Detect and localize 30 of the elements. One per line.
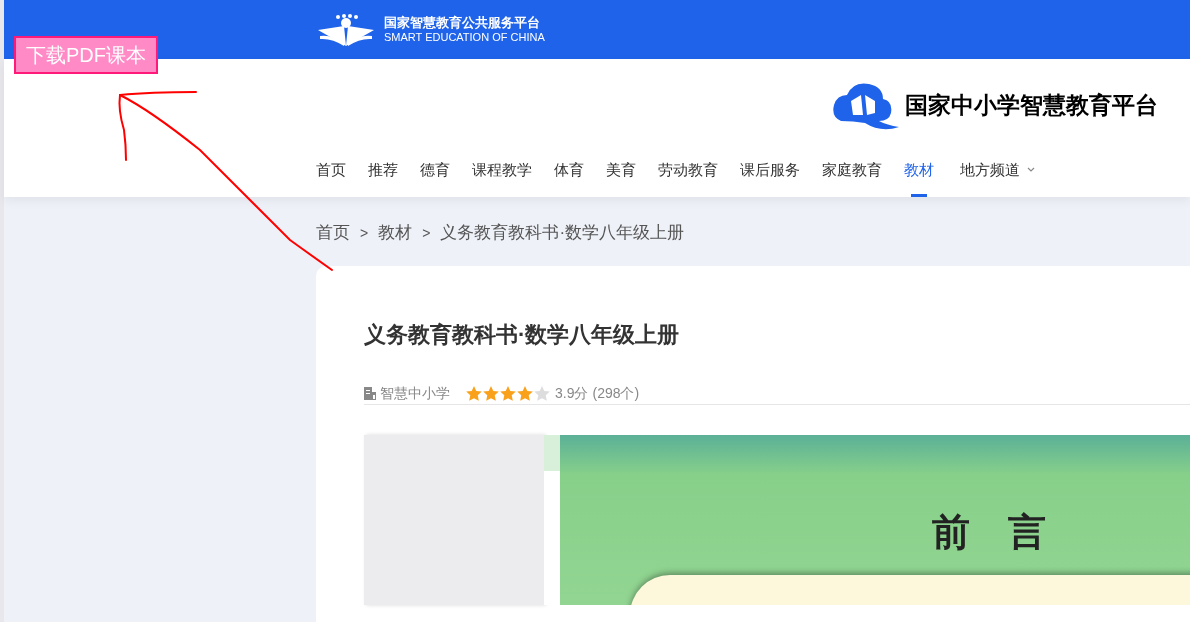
nav-tab[interactable]: 教材: [904, 159, 934, 197]
platform-name: 国家智慧教育公共服务平台: [384, 16, 541, 29]
publisher-name: 智慧中小学: [380, 383, 450, 403]
nav-tab[interactable]: 劳动教育: [658, 159, 718, 197]
school-icon: [364, 386, 376, 400]
star-filled-icon: [517, 385, 533, 401]
star-filled-icon: [466, 385, 482, 401]
nav-tab[interactable]: 推荐: [368, 159, 398, 197]
book-title: 义务教育教科书·数学八年级上册: [364, 321, 681, 348]
breadcrumb-separator: >: [422, 223, 431, 243]
breadcrumb-link[interactable]: 义务教育教科书·数学八年级上册: [440, 220, 685, 246]
nav-tab[interactable]: 地方频道: [960, 159, 1036, 197]
rating-count: (298个): [592, 383, 640, 403]
nav-tab[interactable]: 德育: [420, 159, 450, 197]
star-filled-icon: [483, 385, 499, 401]
breadcrumb-link[interactable]: 教材: [378, 220, 413, 246]
nav-tab[interactable]: 美育: [606, 159, 636, 197]
nav-tab[interactable]: 课程教学: [472, 159, 532, 197]
rating-score: 3.9分: [555, 383, 589, 403]
nav-tab[interactable]: 体育: [554, 159, 584, 197]
site-title: 国家中小学智慧教育平台: [905, 91, 1158, 120]
breadcrumb-separator: >: [360, 223, 369, 243]
nav-tab[interactable]: 首页: [316, 159, 346, 197]
breadcrumb-link[interactable]: 首页: [316, 220, 350, 246]
star-filled-icon: [500, 385, 516, 401]
nav-tab[interactable]: 家庭教育: [822, 159, 882, 197]
book-logo-icon: [316, 11, 376, 48]
nav-tab[interactable]: 课后服务: [740, 159, 800, 197]
platform-name-english: SMART EDUCATION OF CHINA: [384, 32, 545, 43]
page-heading: 前 言: [932, 513, 1046, 551]
